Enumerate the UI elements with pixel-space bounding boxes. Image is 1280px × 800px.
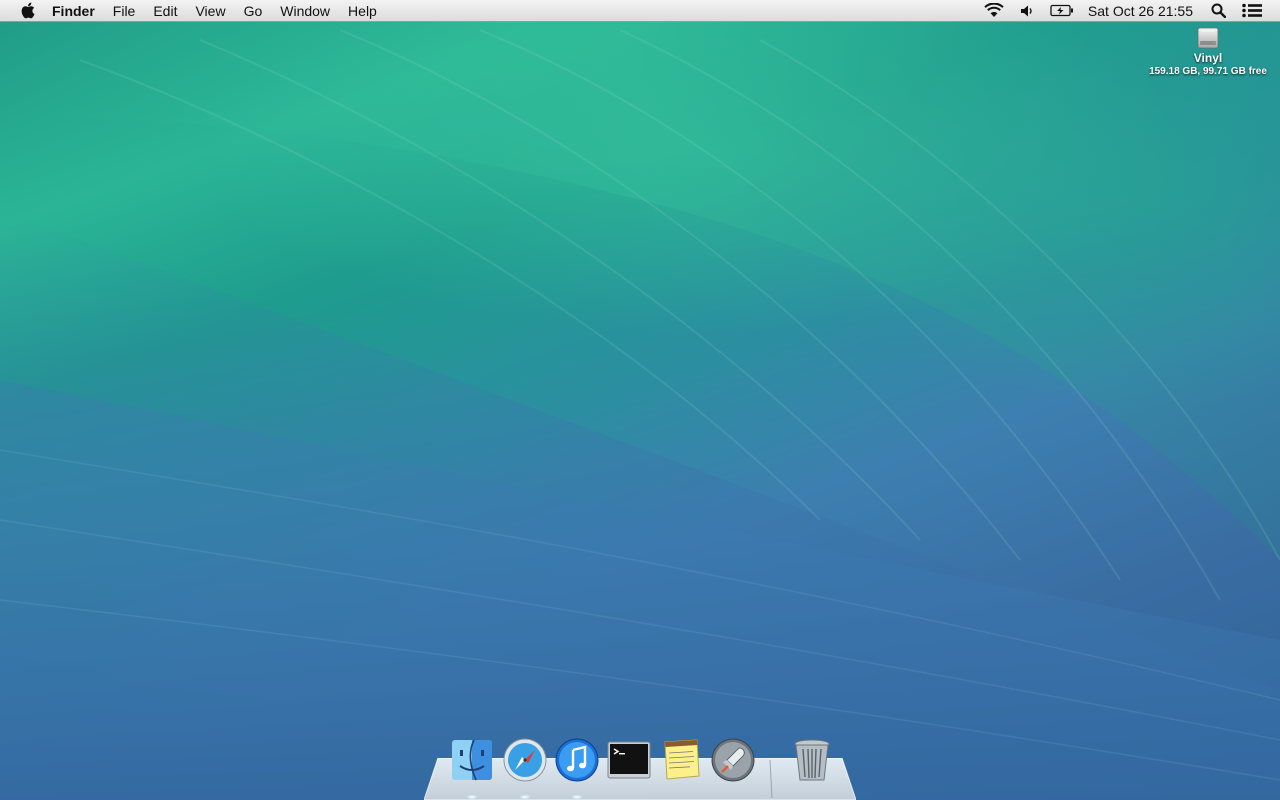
menu-left: Finder File Edit View Go Window Help bbox=[0, 0, 386, 22]
volume-icon[interactable] bbox=[1020, 0, 1034, 22]
apple-menu-icon[interactable] bbox=[18, 2, 36, 20]
dock-safari-icon[interactable] bbox=[501, 736, 549, 784]
dock-running-indicator bbox=[467, 795, 477, 799]
menu-go[interactable]: Go bbox=[235, 0, 272, 22]
dock-itunes-icon[interactable] bbox=[553, 736, 601, 784]
disk-name: Vinyl bbox=[1193, 51, 1223, 65]
menu-view[interactable]: View bbox=[186, 0, 234, 22]
dock-finder-icon[interactable] bbox=[448, 736, 496, 784]
menu-help[interactable]: Help bbox=[339, 0, 386, 22]
dock-trash-icon[interactable] bbox=[788, 736, 836, 784]
disk-info: 159.18 GB, 99.71 GB free bbox=[1149, 66, 1267, 77]
dock bbox=[424, 738, 856, 800]
menu-extras: Sat Oct 26 21:55 bbox=[976, 0, 1280, 22]
menu-app-name[interactable]: Finder bbox=[52, 0, 104, 22]
dock-launchpad-icon[interactable] bbox=[709, 736, 757, 784]
spotlight-icon[interactable] bbox=[1211, 0, 1226, 22]
dock-running-indicator bbox=[520, 795, 530, 799]
hard-drive-icon bbox=[1197, 27, 1219, 49]
notification-center-icon[interactable] bbox=[1242, 0, 1262, 22]
dock-stickies-icon[interactable] bbox=[657, 736, 705, 784]
menu-file[interactable]: File bbox=[104, 0, 145, 22]
battery-icon[interactable] bbox=[1050, 0, 1074, 22]
dock-running-indicator bbox=[572, 795, 582, 799]
desktop-disk-vinyl[interactable]: Vinyl 159.18 GB, 99.71 GB free bbox=[1146, 26, 1270, 77]
wifi-icon[interactable] bbox=[984, 0, 1004, 22]
menu-clock[interactable]: Sat Oct 26 21:55 bbox=[1088, 3, 1193, 19]
menu-window[interactable]: Window bbox=[271, 0, 339, 22]
wallpaper bbox=[0, 0, 1280, 800]
dock-terminal-icon[interactable] bbox=[605, 736, 653, 784]
desktop[interactable]: Finder File Edit View Go Window Help Sat… bbox=[0, 0, 1280, 800]
menu-edit[interactable]: Edit bbox=[144, 0, 186, 22]
menu-bar: Finder File Edit View Go Window Help Sat… bbox=[0, 0, 1280, 22]
